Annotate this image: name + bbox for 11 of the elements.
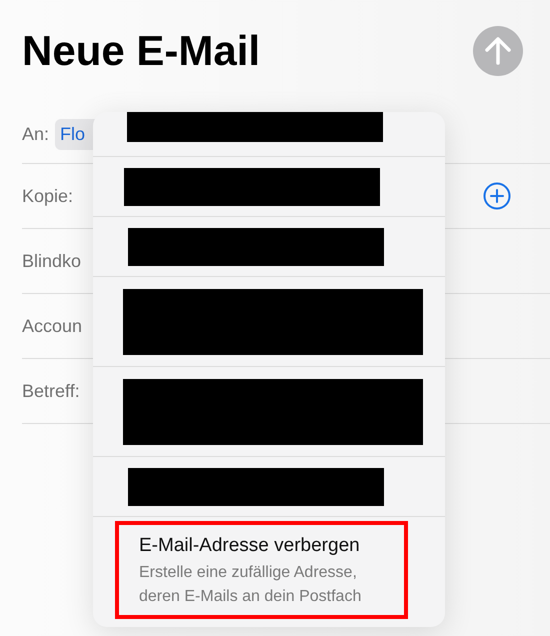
field-label: Kopie: xyxy=(22,186,74,206)
field-label: Accoun xyxy=(22,316,82,336)
field-label: Blindko xyxy=(22,250,82,272)
option-description: Erstelle eine zufällige Adresse, deren E-Mails an dein Postfach xyxy=(139,563,362,607)
menu-option[interactable]: E-Mail-Adresse verbergen Erstelle eine zufällige Adresse, deren E-Mails an dein Postfach xyxy=(115,521,408,619)
field-label: Betreff: xyxy=(22,380,80,402)
arrow-up-icon xyxy=(485,37,511,65)
add-icon[interactable] xyxy=(483,182,511,210)
option-title: E-Mail-Adresse verbergen xyxy=(139,535,361,557)
field-label: An: xyxy=(22,124,50,144)
page-title: Neue E-Mail xyxy=(22,27,260,75)
